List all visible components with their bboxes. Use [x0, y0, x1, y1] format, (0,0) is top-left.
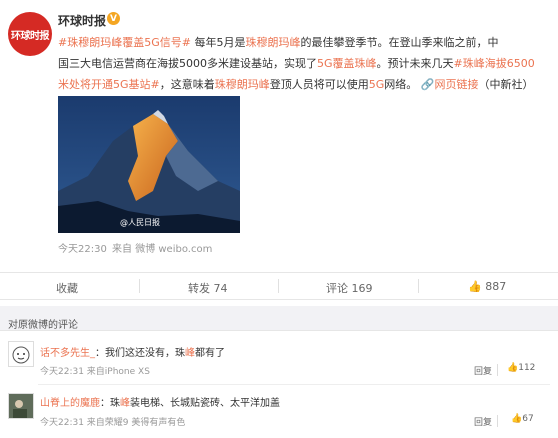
image-watermark: @人民日报 — [120, 218, 160, 227]
post-time[interactable]: 今天22:30 — [58, 244, 107, 255]
thumbs-up-icon: 👍 — [507, 363, 519, 373]
divider — [497, 415, 498, 427]
action-bar: 收藏 转发 74 评论 169 👍 887 — [0, 272, 558, 300]
comment-meta: 今天22:31 来自iPhone XS — [40, 367, 150, 377]
keyword-highlight: 珠穆朗玛峰 — [245, 36, 301, 49]
comment-colon: ： — [95, 348, 105, 359]
commenter-name[interactable]: 话不多先生_ — [40, 348, 95, 359]
comment-colon: ： — [100, 398, 110, 409]
comment-divider — [38, 384, 550, 385]
keyword-highlight: 5G — [368, 78, 385, 91]
post-text-segment: 。预计未来几天 — [376, 57, 454, 70]
like-button[interactable]: 👍 887 — [468, 280, 506, 293]
thumbs-up-icon: 👍 — [468, 280, 482, 293]
web-link[interactable]: 🔗网页链接 — [421, 78, 479, 91]
post-text-segment: 的最佳攀登季节。在登山季来临之前，中 — [300, 36, 499, 49]
comment-line: 山脊上的魔鹿：珠峰装电梯、长城贴瓷砖、太平洋加盖 — [40, 394, 280, 409]
comment-text: 都有了 — [195, 348, 225, 359]
post-text-segment: （中新社） — [478, 78, 534, 91]
post-text-line-3: 米处将开通5G基站#，这意味着珠穆朗玛峰登顶人员将可以使用5G网络。 🔗网页链接… — [58, 74, 548, 95]
post-text-line-1: #珠穆朗玛峰覆盖5G信号# 每年5月是珠穆朗玛峰的最佳攀登季节。在登山季来临之前… — [58, 32, 548, 53]
author-avatar[interactable]: 环球时报 — [8, 12, 52, 56]
divider — [497, 364, 498, 376]
post-text-segment: 每年5月是 — [190, 36, 246, 49]
verified-badge-icon: V — [107, 12, 120, 25]
hashtag-link[interactable]: #珠峰海拔6500 — [454, 57, 535, 70]
hashtag-link[interactable]: #珠穆朗玛峰覆盖5G信号# — [58, 36, 191, 49]
comment-meta: 今天22:31 来自荣耀9 美得有声有色 — [40, 418, 186, 428]
comment-text: 我们这还没有，珠 — [105, 348, 185, 359]
link-icon: 🔗 — [420, 78, 435, 91]
post-text-segment: ，这意味着 — [159, 78, 215, 91]
commenter-avatar[interactable] — [8, 341, 34, 367]
post-text-segment: 网络。 — [384, 78, 418, 91]
comment-like-count: 112 — [518, 363, 536, 373]
author-name[interactable]: 环球时报 — [58, 12, 106, 29]
commenter-name[interactable]: 山脊上的魔鹿 — [40, 398, 100, 409]
like-count: 887 — [485, 280, 507, 293]
comment-like-count: 67 — [522, 414, 534, 424]
comments-title: 对原微博的评论 — [8, 320, 78, 331]
keyword-highlight: 5G覆盖珠峰 — [317, 57, 377, 70]
commenter-avatar[interactable] — [8, 393, 34, 419]
divider — [278, 279, 279, 293]
post-image-mountain[interactable]: @人民日报 — [58, 96, 240, 233]
avatar-logo-text: 环球时报 — [11, 30, 50, 42]
post-text: #珠穆朗玛峰覆盖5G信号# 每年5月是珠穆朗玛峰的最佳攀登季节。在登山季来临之前… — [58, 32, 548, 95]
keyword-highlight: 峰 — [185, 348, 195, 359]
post-text-line-2: 国三大电信运营商在海拔5000多米建设基站，实现了5G覆盖珠峰。预计未来几天#珠… — [58, 53, 548, 74]
comment-text: 装电梯、长城贴瓷砖、太平洋加盖 — [130, 398, 280, 409]
repost-button[interactable]: 转发 74 — [188, 280, 228, 296]
favorite-button[interactable]: 收藏 — [56, 280, 78, 296]
keyword-highlight: 珠穆朗玛峰 — [214, 78, 270, 91]
comment-like-button[interactable]: 👍112 — [507, 363, 535, 373]
comment-line: 话不多先生_：我们这还没有，珠峰都有了 — [40, 344, 225, 359]
comment-text: 珠 — [110, 398, 120, 409]
comments-list: 话不多先生_：我们这还没有，珠峰都有了 今天22:31 来自iPhone XS … — [0, 330, 558, 438]
post-text-segment: 登顶人员将可以使用 — [269, 78, 369, 91]
keyword-highlight: 峰 — [120, 398, 130, 409]
web-link-label: 网页链接 — [434, 78, 479, 91]
divider — [139, 279, 140, 293]
photo-avatar-icon — [9, 394, 33, 418]
mountain-illustration — [58, 96, 240, 233]
thumbs-up-icon: 👍 — [511, 414, 523, 424]
reply-button[interactable]: 回复 — [474, 364, 492, 377]
post-source: 来自 微博 weibo.com — [112, 244, 213, 255]
post-meta: 今天22:30 来自 微博 weibo.com — [58, 240, 212, 255]
divider — [418, 279, 419, 293]
comment-like-button[interactable]: 👍67 — [511, 414, 534, 424]
comment-button[interactable]: 评论 169 — [326, 280, 373, 296]
comments-section: 对原微博的评论 话不多先生_：我们这还没有，珠峰都有了 今天22:31 来自iP… — [0, 306, 558, 438]
cartoon-avatar-icon — [12, 346, 30, 364]
reply-button[interactable]: 回复 — [474, 415, 492, 428]
hashtag-link[interactable]: 米处将开通5G基站# — [58, 78, 160, 91]
post-text-segment: 国三大电信运营商在海拔5000多米建设基站，实现了 — [58, 57, 317, 70]
weibo-post: 环球时报 环球时报 V #珠穆朗玛峰覆盖5G信号# 每年5月是珠穆朗玛峰的最佳攀… — [0, 0, 558, 272]
